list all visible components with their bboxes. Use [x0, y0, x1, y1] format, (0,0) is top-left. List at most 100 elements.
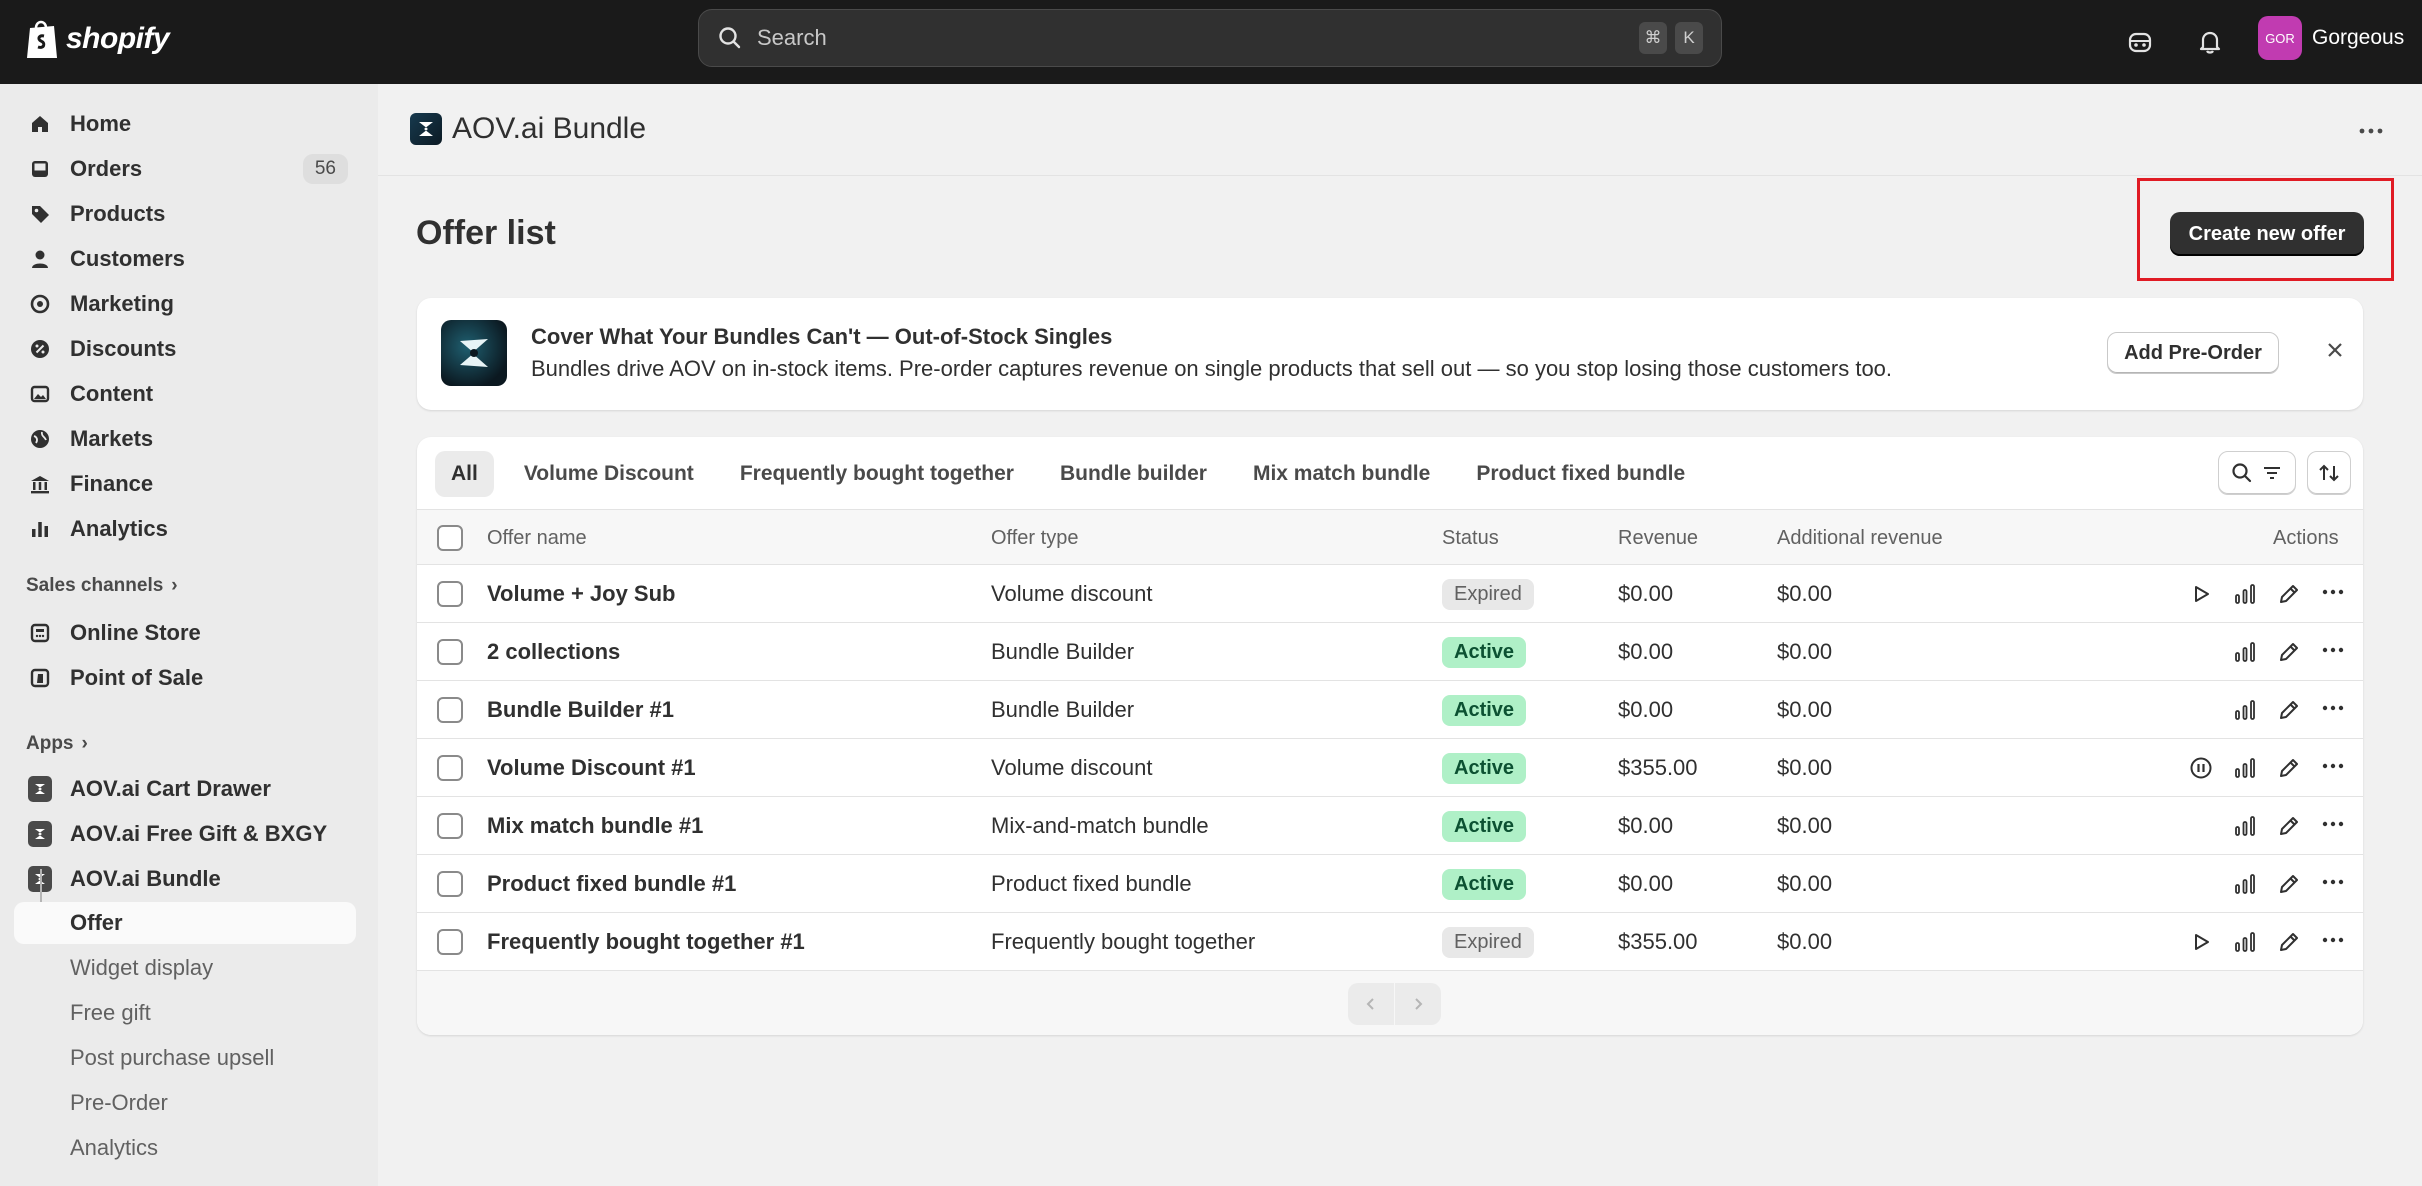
sidebar-item-label: Markets — [70, 426, 154, 451]
row-checkbox[interactable] — [437, 697, 463, 723]
row-checkbox[interactable] — [437, 871, 463, 897]
sidebar-item-label: Customers — [70, 246, 185, 271]
more-options-icon[interactable] — [2319, 638, 2347, 666]
bell-icon[interactable] — [2190, 22, 2230, 62]
row-checkbox[interactable] — [437, 755, 463, 781]
sidebar-item-online-store[interactable]: Online Store — [14, 612, 356, 654]
sidebar-item-content[interactable]: Content — [14, 373, 356, 415]
edit-icon[interactable] — [2275, 754, 2303, 782]
offer-name[interactable]: Frequently bought together #1 — [487, 913, 805, 971]
tab-frequently-bought-together[interactable]: Frequently bought together — [724, 451, 1030, 497]
tab-product-fixed-bundle[interactable]: Product fixed bundle — [1460, 451, 1701, 497]
play-icon[interactable] — [2187, 928, 2215, 956]
row-checkbox[interactable] — [437, 813, 463, 839]
analytics-icon[interactable] — [2231, 696, 2259, 724]
sidebar-item-orders[interactable]: Orders 56 — [14, 148, 356, 190]
offer-name[interactable]: Bundle Builder #1 — [487, 681, 674, 739]
analytics-icon[interactable] — [2231, 638, 2259, 666]
revenue-value: $355.00 — [1618, 929, 1698, 954]
more-options-icon[interactable] — [2319, 754, 2347, 782]
edit-icon[interactable] — [2275, 580, 2303, 608]
tab-volume-discount[interactable]: Volume Discount — [508, 451, 710, 497]
tab-bundle-builder[interactable]: Bundle builder — [1044, 451, 1223, 497]
sidebar-item-home[interactable]: Home — [14, 103, 356, 145]
inbox-icon — [28, 157, 52, 181]
close-icon[interactable] — [2321, 336, 2349, 364]
analytics-icon[interactable] — [2231, 812, 2259, 840]
store-menu[interactable]: GOR Gorgeous — [2258, 16, 2404, 60]
row-checkbox[interactable] — [437, 639, 463, 665]
prev-page-button[interactable] — [1348, 983, 1394, 1025]
sidebar-item-label: Content — [70, 381, 154, 406]
sidebar-item-aov-cart-drawer[interactable]: AOV.ai Cart Drawer — [14, 768, 356, 810]
tab-mix-match-bundle[interactable]: Mix match bundle — [1237, 451, 1446, 497]
more-options-icon[interactable] — [2356, 116, 2386, 151]
sidebar-item-marketing[interactable]: Marketing — [14, 283, 356, 325]
edit-icon[interactable] — [2275, 928, 2303, 956]
edit-icon[interactable] — [2275, 812, 2303, 840]
sidebar-item-markets[interactable]: Markets — [14, 418, 356, 460]
aov-app-icon — [28, 821, 52, 847]
sidebar-sub-pre-order[interactable]: Pre-Order — [14, 1082, 356, 1124]
app-title-text: AOV.ai Bundle — [452, 112, 647, 145]
analytics-icon[interactable] — [2231, 754, 2259, 782]
sidebar-item-label: Products — [70, 201, 166, 226]
more-options-icon[interactable] — [2319, 812, 2347, 840]
offer-name[interactable]: 2 collections — [487, 623, 620, 681]
more-options-icon[interactable] — [2319, 580, 2347, 608]
offer-name[interactable]: Volume Discount #1 — [487, 739, 696, 797]
edit-icon[interactable] — [2275, 696, 2303, 724]
analytics-icon[interactable] — [2231, 870, 2259, 898]
table-row[interactable]: Product fixed bundle #1 Product fixed bun… — [417, 855, 2363, 913]
analytics-icon[interactable] — [2231, 928, 2259, 956]
sidebar-item-point-of-sale[interactable]: Point of Sale — [14, 657, 356, 699]
search-input[interactable]: Search ⌘ K — [698, 9, 1722, 67]
sidebar-item-analytics[interactable]: Analytics — [14, 508, 356, 550]
sidebar-item-aov-bundle[interactable]: AOV.ai Bundle — [14, 858, 356, 900]
table-row[interactable]: Volume + Joy Sub Volume discount Expired $0… — [417, 565, 2363, 623]
more-options-icon[interactable] — [2319, 870, 2347, 898]
sidebar-item-finance[interactable]: Finance — [14, 463, 356, 505]
play-icon[interactable] — [2187, 580, 2215, 608]
offer-name[interactable]: Volume + Joy Sub — [487, 565, 675, 623]
sidebar-sub-offer[interactable]: Offer — [14, 902, 356, 944]
row-checkbox[interactable] — [437, 581, 463, 607]
table-row[interactable]: Frequently bought together #1 Frequently … — [417, 913, 2363, 971]
apps-label: Apps — [26, 733, 74, 754]
table-row[interactable]: 2 collections Bundle Builder Active $0.00 $0… — [417, 623, 2363, 681]
sidebar-sub-analytics[interactable]: Analytics — [14, 1127, 356, 1169]
edit-icon[interactable] — [2275, 638, 2303, 666]
sidebar-item-products[interactable]: Products — [14, 193, 356, 235]
image-icon — [28, 382, 52, 406]
pause-icon[interactable] — [2187, 754, 2215, 782]
select-all-checkbox[interactable] — [437, 525, 463, 551]
sidekick-icon[interactable] — [2120, 22, 2160, 62]
offer-name[interactable]: Mix match bundle #1 — [487, 797, 703, 855]
analytics-icon[interactable] — [2231, 580, 2259, 608]
add-pre-order-button[interactable]: Add Pre-Order — [2107, 332, 2279, 374]
more-options-icon[interactable] — [2319, 928, 2347, 956]
apps-heading[interactable]: Apps › — [26, 733, 88, 755]
sidebar-sub-widget-display[interactable]: Widget display — [14, 947, 356, 989]
more-options-icon[interactable] — [2319, 696, 2347, 724]
sidebar-item-discounts[interactable]: Discounts — [14, 328, 356, 370]
table-row[interactable]: Volume Discount #1 Volume discount Active $… — [417, 739, 2363, 797]
tab-all[interactable]: All — [435, 451, 494, 497]
sales-channels-heading[interactable]: Sales channels › — [26, 575, 178, 597]
search-filter-button[interactable] — [2218, 451, 2296, 495]
next-page-button[interactable] — [1395, 983, 1441, 1025]
edit-icon[interactable] — [2275, 870, 2303, 898]
aov-logo-icon — [410, 113, 442, 145]
sidebar-sub-free-gift[interactable]: Free gift — [14, 992, 356, 1034]
row-checkbox[interactable] — [437, 929, 463, 955]
sidebar-item-customers[interactable]: Customers — [14, 238, 356, 280]
sort-button[interactable] — [2307, 451, 2351, 495]
bar-chart-icon — [28, 517, 52, 541]
shopify-logo[interactable]: shopify — [24, 18, 170, 60]
discount-icon — [28, 337, 52, 361]
table-row[interactable]: Mix match bundle #1 Mix-and-match bundle A… — [417, 797, 2363, 855]
sidebar-item-aov-free-gift[interactable]: AOV.ai Free Gift & BXGY — [14, 813, 356, 855]
offer-name[interactable]: Product fixed bundle #1 — [487, 855, 736, 913]
table-row[interactable]: Bundle Builder #1 Bundle Builder Active $0.… — [417, 681, 2363, 739]
sidebar-sub-post-purchase-upsell[interactable]: Post purchase upsell — [14, 1037, 356, 1079]
